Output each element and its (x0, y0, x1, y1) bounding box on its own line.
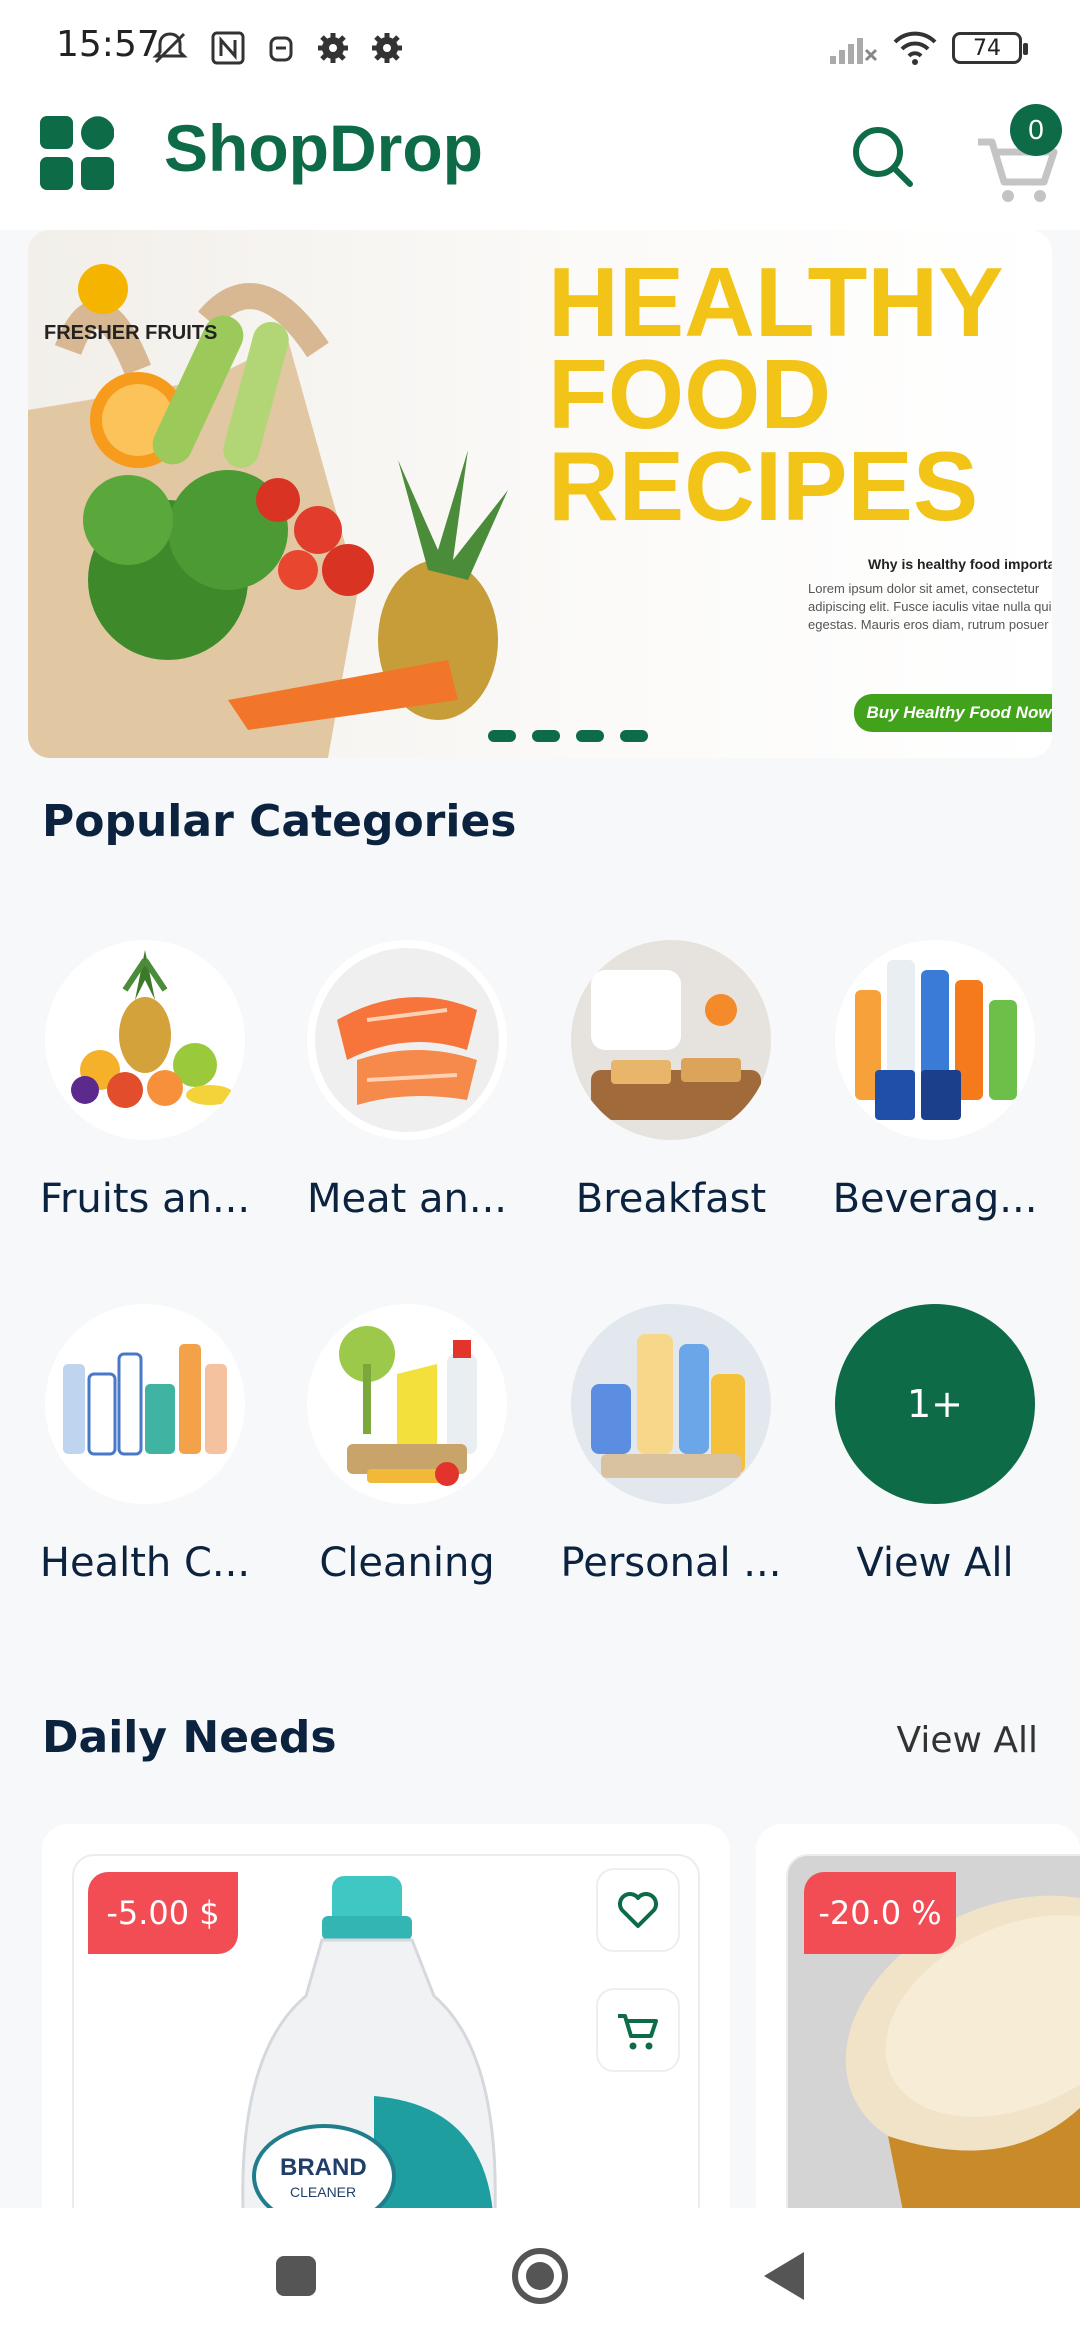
category-label: Beverag... (832, 1176, 1038, 1222)
cleaning-image (339, 1326, 477, 1486)
mute-notification-icon (152, 32, 188, 64)
category-meat[interactable]: Meat an... (292, 940, 522, 1222)
wishlist-button[interactable] (596, 1868, 680, 1952)
wifi-icon (893, 31, 937, 65)
status-icons-left (150, 26, 404, 70)
category-view-all[interactable]: 1+ View All (820, 1304, 1050, 1586)
status-icons-right: 74 (828, 26, 1028, 70)
fruits-image (71, 950, 234, 1108)
product-card[interactable]: -20.0 % (756, 1824, 1080, 2244)
banner-subtitle: Why is healthy food important (868, 556, 1052, 572)
personal-care-image (571, 1304, 771, 1504)
banner-headline: HEALTHY FOOD RECIPES (548, 247, 1002, 541)
category-image (835, 940, 1035, 1140)
nfc-icon (211, 31, 245, 65)
banner-cta-button[interactable]: Buy Healthy Food Now (854, 694, 1052, 732)
beverages-image (855, 960, 1017, 1120)
discount-badge: -20.0 % (804, 1872, 956, 1954)
product-brand-subtext: CLEANER (290, 2184, 357, 2200)
status-time: 15:57 (56, 24, 160, 65)
category-health-care[interactable]: Health C... (30, 1304, 260, 1586)
add-to-cart-button[interactable] (596, 1988, 680, 2072)
daily-needs-title: Daily Needs (42, 1712, 337, 1763)
banner-body-text: Lorem ipsum dolor sit amet, consectetur … (808, 581, 1052, 632)
category-label: Fruits an... (39, 1176, 251, 1222)
salmon-image (315, 948, 499, 1132)
product-brand-text: BRAND (280, 2154, 367, 2181)
health-care-image (63, 1344, 227, 1456)
app-bar: ShopDrop 0 (0, 96, 1080, 230)
app-logo-icon (40, 116, 114, 190)
back-button[interactable] (764, 2252, 804, 2300)
category-image (571, 940, 771, 1140)
category-cleaning[interactable]: Cleaning (292, 1304, 522, 1586)
category-label: Breakfast (575, 1176, 767, 1222)
category-image (45, 940, 245, 1140)
carousel-dot[interactable] (532, 730, 560, 742)
carousel-dot[interactable] (620, 730, 648, 742)
category-label: Health C... (39, 1540, 251, 1586)
signal-off-icon (830, 38, 878, 64)
banner-brand-logo (78, 264, 128, 314)
status-bar: 15:57 74 (0, 0, 1080, 96)
carousel-indicator (488, 730, 648, 742)
category-beverages[interactable]: Beverag... (820, 940, 1050, 1222)
system-nav-bar (0, 2208, 1080, 2340)
cart-icon (618, 2014, 658, 2050)
robot-icon (269, 36, 293, 62)
recent-apps-button[interactable] (276, 2256, 316, 2296)
daily-needs-view-all-link[interactable]: View All (896, 1720, 1038, 1761)
category-label: Meat an... (306, 1176, 508, 1222)
carousel-dot[interactable] (488, 730, 516, 742)
category-label: Cleaning (319, 1540, 495, 1586)
banner-brand: FRESHER FRUITS (44, 322, 218, 344)
app-title: ShopDrop (164, 111, 483, 185)
home-button[interactable] (512, 2248, 568, 2304)
category-label: Personal ... (560, 1540, 782, 1586)
category-image (45, 1304, 245, 1504)
cart-count-badge: 0 (1010, 104, 1062, 156)
heart-icon (618, 1892, 658, 1928)
discount-badge: -5.00 $ (88, 1872, 238, 1954)
search-icon[interactable] (846, 120, 918, 192)
gear-icon (318, 33, 348, 63)
category-breakfast[interactable]: Breakfast (556, 940, 786, 1222)
popular-categories-title: Popular Categories (42, 796, 517, 847)
category-image (307, 1304, 507, 1504)
breakfast-image (571, 940, 771, 1140)
carousel-dot[interactable] (576, 730, 604, 742)
category-personal-care[interactable]: Personal ... (556, 1304, 786, 1586)
battery-indicator: 74 (952, 32, 1028, 64)
category-image (571, 1304, 771, 1504)
category-label: View All (856, 1540, 1014, 1586)
view-all-badge[interactable]: 1+ (835, 1304, 1035, 1504)
product-card[interactable]: BRAND CLEANER -5.00 $ (42, 1824, 730, 2244)
category-image (307, 940, 507, 1140)
gear-icon (372, 33, 402, 63)
category-fruits[interactable]: Fruits an... (30, 940, 260, 1222)
promo-banner[interactable]: FRESHER FRUITS HEALTHY FOOD RECIPES Why … (28, 230, 1052, 758)
